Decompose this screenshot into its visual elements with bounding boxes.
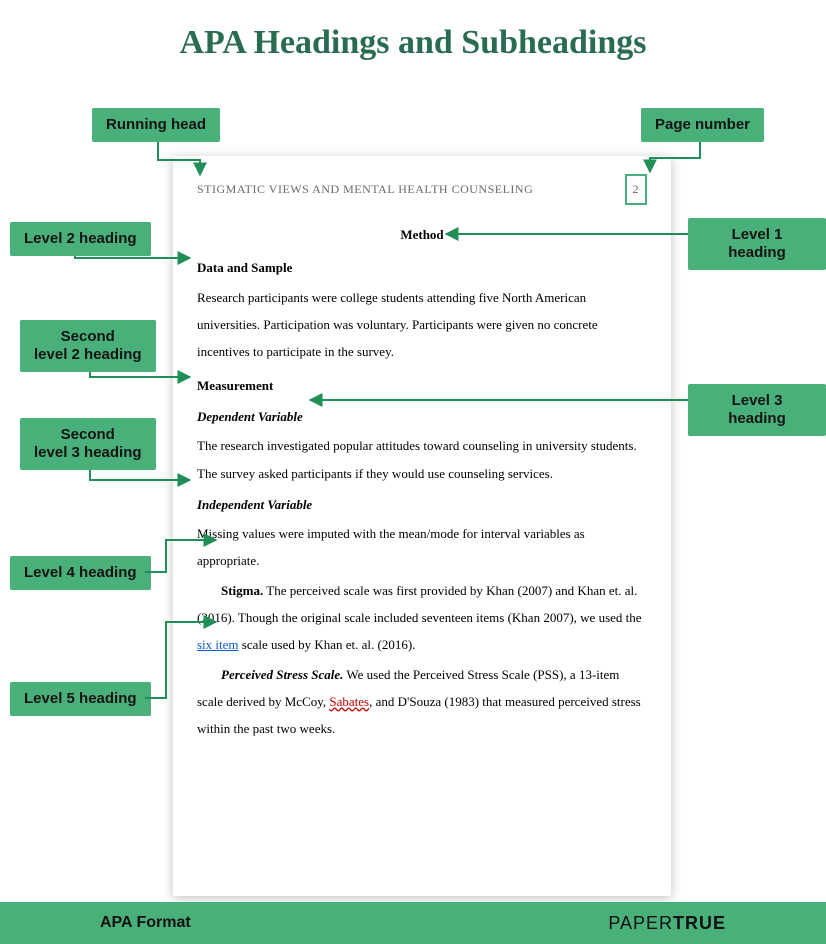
running-head-text: STIGMATIC VIEWS AND MENTAL HEALTH COUNSE… xyxy=(197,177,533,202)
tag-second-level-2: Second level 2 heading xyxy=(20,320,156,372)
tag-level-5: Level 5 heading xyxy=(10,682,151,716)
tag-page-number: Page number xyxy=(641,108,764,142)
hyperlink-text: six item xyxy=(197,637,239,652)
paragraph: Research participants were college stude… xyxy=(197,284,647,366)
footer-bar: APA Format PAPERTRUE xyxy=(0,902,826,944)
tag-level-1: Level 1 heading xyxy=(688,218,826,270)
brand-thin: PAPER xyxy=(608,913,673,933)
tag-second-level-3: Second level 3 heading xyxy=(20,418,156,470)
tag-running-head: Running head xyxy=(92,108,220,142)
heading-level-3-dependent: Dependent Variable xyxy=(197,403,647,430)
text: The perceived scale was first provided b… xyxy=(197,583,642,625)
heading-level-5: Perceived Stress Scale. xyxy=(221,667,343,682)
tag-level-4: Level 4 heading xyxy=(10,556,151,590)
text: scale used by Khan et. al. (2016). xyxy=(239,637,416,652)
tag-level-2: Level 2 heading xyxy=(10,222,151,256)
brand-bold: TRUE xyxy=(673,913,726,933)
paragraph-level-5: Perceived Stress Scale. We used the Perc… xyxy=(197,661,647,743)
heading-level-4: Stigma. xyxy=(221,583,263,598)
heading-level-2-measurement: Measurement xyxy=(197,372,647,399)
heading-level-2-data-sample: Data and Sample xyxy=(197,254,647,281)
paragraph: The research investigated popular attitu… xyxy=(197,432,647,487)
footer-label: APA Format xyxy=(100,914,191,932)
paragraph: Missing values were imputed with the mea… xyxy=(197,520,647,575)
page-number-box: 2 xyxy=(625,174,648,205)
page-title: APA Headings and Subheadings xyxy=(0,0,826,62)
tag-level-3: Level 3 heading xyxy=(688,384,826,436)
heading-level-3-independent: Independent Variable xyxy=(197,491,647,518)
document-page: STIGMATIC VIEWS AND MENTAL HEALTH COUNSE… xyxy=(173,156,671,896)
spellcheck-word: Sabates xyxy=(329,694,369,709)
brand-logo: PAPERTRUE xyxy=(608,913,726,934)
paragraph-level-4: Stigma. The perceived scale was first pr… xyxy=(197,577,647,659)
heading-level-1: Method xyxy=(197,221,647,248)
